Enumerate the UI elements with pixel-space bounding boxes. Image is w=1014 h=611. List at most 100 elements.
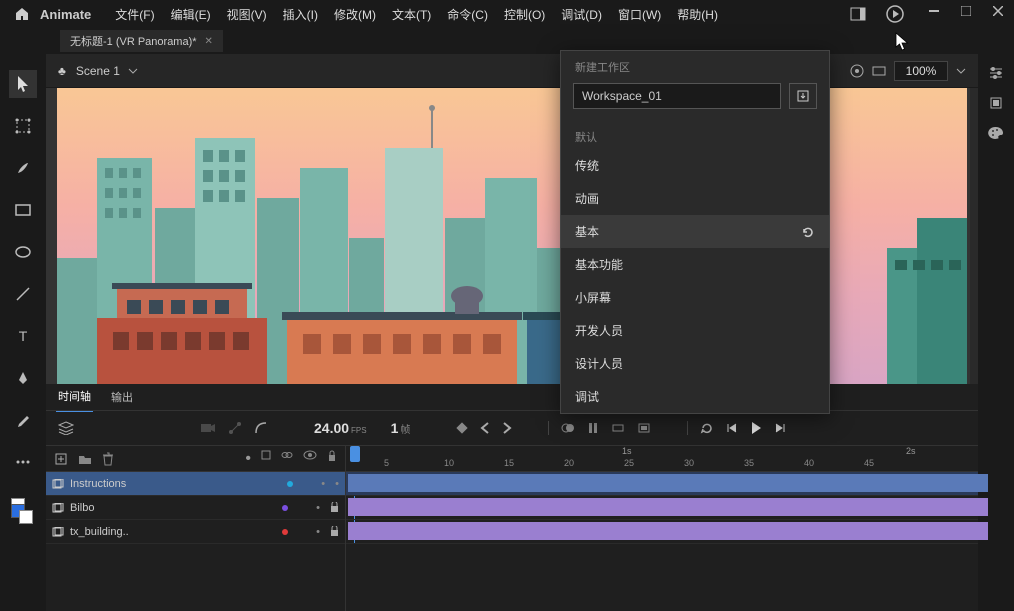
reset-icon[interactable] (801, 226, 815, 238)
layout-icon[interactable] (850, 7, 866, 21)
club-icon[interactable]: ♣ (58, 64, 66, 78)
first-frame-icon[interactable] (726, 422, 738, 434)
link-icon[interactable] (281, 450, 293, 468)
frame-rows[interactable] (346, 472, 978, 544)
eye-icon[interactable] (303, 450, 317, 468)
workspace-item[interactable]: 小屏幕 (561, 281, 829, 314)
layer-vis-dot[interactable]: • (316, 526, 320, 538)
zoom-input[interactable]: 100% (894, 61, 948, 81)
color-swatches[interactable] (11, 498, 35, 522)
tab-timeline[interactable]: 时间轴 (56, 382, 93, 412)
chevron-down-icon[interactable] (956, 68, 966, 74)
close-icon[interactable]: ✕ (205, 36, 213, 47)
timeline-body: • Instructions••Bilbo•tx_building..• 1s (46, 446, 978, 611)
lock-icon[interactable] (330, 502, 339, 513)
menu-item[interactable]: 文件(F) (107, 2, 162, 27)
layer-color-dot[interactable] (287, 481, 293, 487)
menu-item[interactable]: 调试(D) (553, 2, 610, 27)
page-icon (52, 527, 64, 537)
marker1-icon[interactable] (587, 421, 599, 435)
trash-icon[interactable] (102, 452, 114, 466)
line-tool[interactable] (9, 280, 37, 308)
workspace-item[interactable]: 调试 (561, 380, 829, 413)
add-layer-icon[interactable] (54, 452, 68, 466)
graph-icon[interactable] (228, 421, 242, 435)
frames-column[interactable]: 1s 2s 51015202530354045 (346, 446, 978, 611)
selection-tool[interactable] (9, 70, 37, 98)
menu-item[interactable]: 视图(V) (219, 2, 275, 27)
ease-icon[interactable] (254, 421, 268, 435)
more-tools[interactable] (9, 448, 37, 476)
timeline-ruler[interactable]: 1s 2s 51015202530354045 (346, 446, 978, 472)
workspace-item[interactable]: 设计人员 (561, 347, 829, 380)
menu-item[interactable]: 修改(M) (326, 2, 384, 27)
lock-icon[interactable] (327, 450, 337, 468)
paint-brush-tool[interactable] (9, 406, 37, 434)
text-tool[interactable]: T (9, 322, 37, 350)
onion-icon[interactable] (561, 421, 575, 435)
target-icon[interactable] (850, 64, 864, 78)
save-workspace-button[interactable] (789, 83, 817, 109)
default-section-label: 默认 (561, 119, 829, 149)
stage[interactable] (57, 88, 967, 384)
library-icon[interactable] (989, 96, 1003, 110)
workspace-item[interactable]: 基本功能 (561, 248, 829, 281)
workspace-item[interactable]: 开发人员 (561, 314, 829, 347)
workspace-item[interactable]: 传统 (561, 149, 829, 182)
menu-item[interactable]: 文本(T) (384, 2, 439, 27)
menu-item[interactable]: 控制(O) (496, 2, 553, 27)
menu-item[interactable]: 编辑(E) (163, 2, 219, 27)
dot-icon[interactable]: • (245, 450, 251, 468)
menu-item[interactable]: 插入(I) (275, 2, 326, 27)
loop-icon[interactable] (700, 421, 714, 435)
workspace-item[interactable]: 基本 (561, 215, 829, 248)
layer-row[interactable]: Instructions•• (46, 472, 345, 496)
marker2-icon[interactable] (611, 421, 625, 435)
menu-item[interactable]: 窗口(W) (610, 2, 669, 27)
folder-icon[interactable] (78, 453, 92, 465)
menu-item[interactable]: 帮助(H) (669, 2, 726, 27)
tools-panel: T (0, 54, 46, 611)
menu-item[interactable]: 命令(C) (439, 2, 496, 27)
last-frame-icon[interactable] (774, 422, 786, 434)
fps-display[interactable]: 24.00FPS (314, 420, 367, 436)
home-icon[interactable] (12, 4, 32, 24)
close-button[interactable] (982, 0, 1014, 22)
free-transform-tool[interactable] (9, 112, 37, 140)
scene-selector[interactable]: Scene 1 (76, 64, 138, 78)
outline-icon[interactable] (261, 450, 271, 468)
stage-container (46, 88, 978, 384)
marker3-icon[interactable] (637, 422, 651, 434)
camera-icon[interactable] (200, 422, 216, 434)
maximize-button[interactable] (950, 0, 982, 22)
rectangle-tool[interactable] (9, 196, 37, 224)
stage-scrollbar[interactable] (970, 88, 978, 384)
lock-icon[interactable] (330, 526, 339, 537)
play-button[interactable] (750, 421, 762, 435)
minimize-button[interactable] (918, 0, 950, 22)
pen-tool[interactable] (9, 364, 37, 392)
palette-icon[interactable] (988, 126, 1004, 140)
fit-icon[interactable] (872, 64, 886, 78)
adjust-icon[interactable] (988, 66, 1004, 80)
layer-vis-dot[interactable]: • (321, 478, 325, 490)
oval-tool[interactable] (9, 238, 37, 266)
layer-vis-dot[interactable]: • (316, 502, 320, 514)
layer-row[interactable]: Bilbo• (46, 496, 345, 520)
layers-icon[interactable] (58, 421, 74, 435)
tab-output[interactable]: 输出 (109, 383, 135, 411)
workspace-item[interactable]: 动画 (561, 182, 829, 215)
keyframe-icon[interactable] (456, 422, 468, 434)
next-kf-icon[interactable] (502, 422, 512, 434)
document-tab[interactable]: 无标题-1 (VR Panorama)* ✕ (60, 30, 223, 52)
workspace-name-input[interactable] (573, 83, 781, 109)
prev-kf-icon[interactable] (480, 422, 490, 434)
frame-display[interactable]: 1帧 (391, 420, 411, 436)
layer-row[interactable]: tx_building..• (46, 520, 345, 544)
layer-color-dot[interactable] (282, 505, 288, 511)
doc-tab-label: 无标题-1 (VR Panorama)* (70, 33, 197, 49)
layer-color-dot[interactable] (282, 529, 288, 535)
layer-lock-dot[interactable]: • (335, 478, 339, 490)
play-icon[interactable] (886, 5, 904, 23)
brush-tool[interactable] (9, 154, 37, 182)
